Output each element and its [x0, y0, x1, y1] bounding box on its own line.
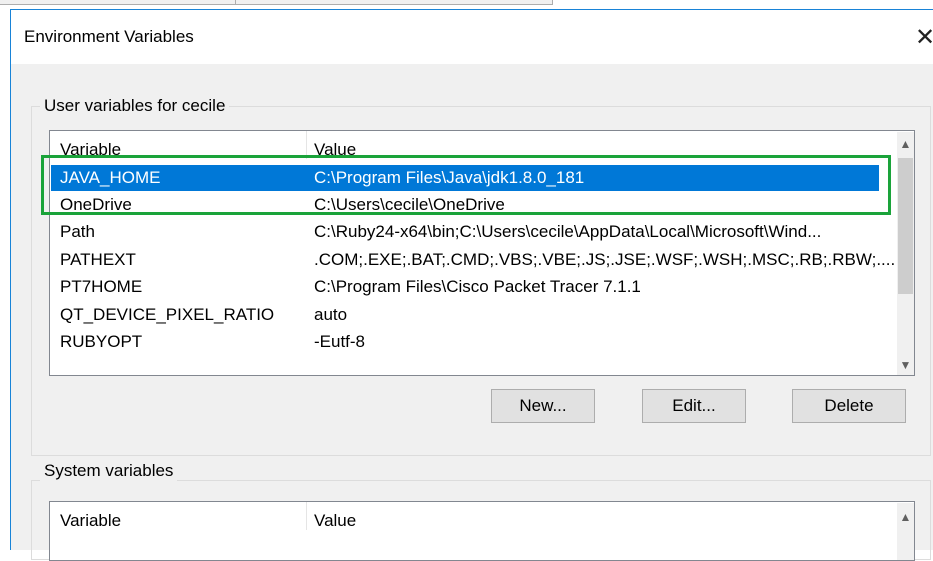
row-value: -Eutf-8 [314, 332, 366, 351]
table-row[interactable]: Path C:\Ruby24-x64\bin;C:\Users\cecile\A… [51, 219, 879, 245]
system-variables-list[interactable]: Variable Value ▲ [49, 501, 915, 561]
delete-button[interactable]: Delete [792, 389, 906, 423]
vertical-scrollbar[interactable]: ▲ ▼ [897, 132, 914, 375]
table-row[interactable]: RUBYOPT -Eutf-8 [51, 329, 879, 355]
row-value: C:\Program Files\Cisco Packet Tracer 7.1… [314, 277, 641, 296]
row-value: .COM;.EXE;.BAT;.CMD;.VBS;.VBE;.JS;.JSE;.… [314, 250, 896, 269]
row-variable: RUBYOPT [60, 332, 143, 351]
column-separator [306, 502, 307, 530]
scrollbar-thumb[interactable] [898, 158, 913, 294]
background-segment [0, 0, 236, 5]
user-variables-label: User variables for cecile [40, 96, 230, 116]
list-header: Variable Value [50, 502, 914, 530]
vertical-scrollbar[interactable]: ▲ [897, 503, 914, 560]
close-icon[interactable]: ✕ [905, 18, 933, 58]
row-value: C:\Ruby24-x64\bin;C:\Users\cecile\AppDat… [314, 222, 822, 241]
row-variable: Path [60, 222, 95, 241]
row-value: auto [314, 305, 348, 324]
row-variable: QT_DEVICE_PIXEL_RATIO [60, 305, 275, 324]
background-segment [236, 0, 553, 5]
column-header-variable[interactable]: Variable [60, 511, 121, 531]
system-variables-label: System variables [40, 461, 178, 481]
row-variable: PATHEXT [60, 250, 136, 269]
table-row[interactable]: QT_DEVICE_PIXEL_RATIO auto [51, 302, 879, 328]
column-header-value[interactable]: Value [314, 511, 356, 531]
edit-button[interactable]: Edit... [642, 389, 746, 423]
scroll-up-icon[interactable]: ▲ [897, 509, 914, 526]
dialog-title: Environment Variables [24, 27, 194, 46]
table-row[interactable]: PATHEXT .COM;.EXE;.BAT;.CMD;.VBS;.VBE;.J… [51, 247, 895, 273]
new-button[interactable]: New... [491, 389, 595, 423]
table-row[interactable]: PT7HOME C:\Program Files\Cisco Packet Tr… [51, 274, 879, 300]
scroll-up-icon[interactable]: ▲ [897, 136, 914, 153]
title-bar: Environment Variables ✕ [11, 10, 933, 64]
environment-variables-dialog: Environment Variables ✕ User variables f… [10, 9, 933, 561]
highlight-box [41, 155, 891, 215]
scroll-down-icon[interactable]: ▼ [897, 357, 914, 374]
row-variable: PT7HOME [60, 277, 143, 296]
